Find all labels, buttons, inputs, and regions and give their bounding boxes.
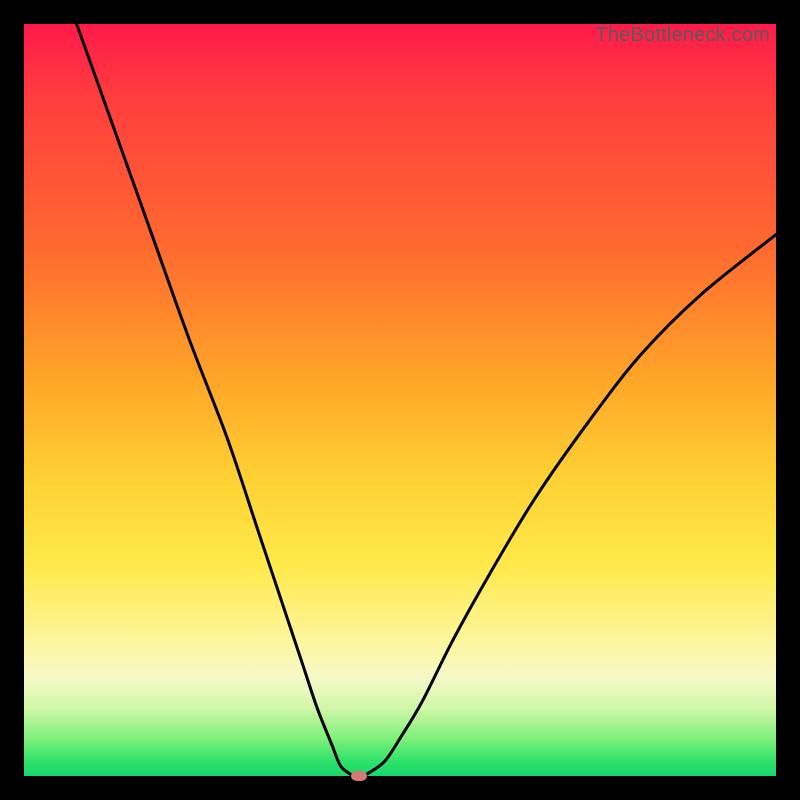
chart-frame: TheBottleneck.com [0,0,800,800]
plot-area: TheBottleneck.com [24,24,776,776]
minimum-marker [351,771,367,781]
bottleneck-curve [24,24,776,776]
curve-path [77,24,776,776]
